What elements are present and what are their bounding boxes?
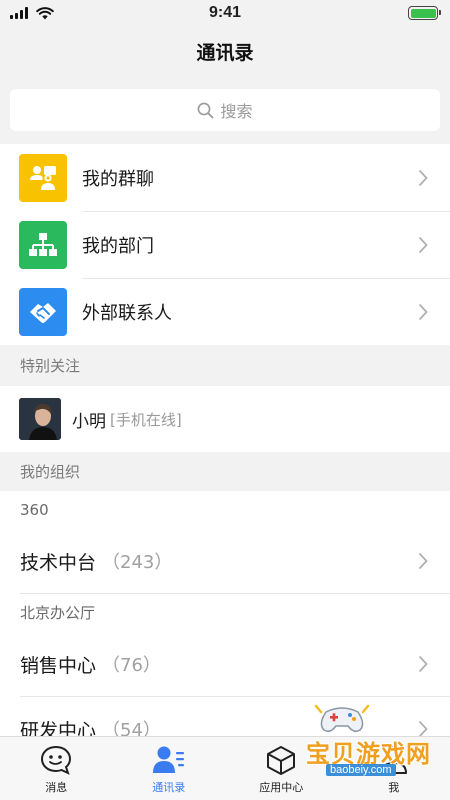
contact-name: 小明 [72, 411, 106, 432]
section-header-org: 我的组织 [0, 452, 450, 492]
contact-row[interactable]: 小明 [手机在线] [0, 386, 450, 452]
status-bar: 9:41 [0, 0, 450, 26]
search-input[interactable]: 搜索 [10, 89, 440, 131]
dept-count: （76） [102, 655, 161, 676]
dept-row-tech[interactable]: 技术中台 （243） [0, 529, 450, 593]
dept-count: （243） [102, 552, 173, 573]
message-bubble-icon [41, 745, 72, 775]
chevron-right-icon [418, 655, 428, 673]
contact-status: [手机在线] [110, 410, 182, 429]
contacts-icon [152, 746, 184, 773]
tab-contacts[interactable]: 通讯录 [113, 737, 226, 800]
avatar [19, 398, 61, 440]
status-time: 9:41 [208, 4, 242, 21]
watermark: 宝贝游戏网 baobeiy.com [276, 704, 446, 784]
org-group-label: 360 [20, 501, 49, 519]
battery-icon [408, 6, 441, 20]
chevron-right-icon [418, 236, 428, 253]
section-header-special: 特别关注 [0, 346, 450, 386]
entry-label: 外部联系人 [82, 302, 172, 324]
chevron-right-icon [418, 303, 428, 320]
org-list: 360 技术中台 （243） 北京办公厅 销售中心 （76） 研发中心 （54） [0, 491, 450, 736]
entry-external-contacts[interactable]: 外部联系人 [0, 278, 450, 345]
chevron-right-icon [418, 169, 428, 186]
watermark-url: baobeiy.com [326, 764, 396, 776]
chevron-right-icon [418, 552, 428, 570]
dept-count: （54） [102, 720, 161, 736]
tab-label: 消息 [45, 781, 68, 794]
entry-label: 我的群聊 [82, 168, 154, 190]
dept-name: 销售中心 [20, 654, 97, 677]
tab-label: 通讯录 [152, 781, 186, 794]
dept-name: 研发中心 [20, 719, 97, 737]
dept-name: 技术中台 [20, 551, 97, 574]
search-placeholder: 搜索 [220, 102, 253, 121]
group-chat-icon [19, 153, 67, 202]
entry-group-chats[interactable]: 我的群聊 [0, 144, 450, 211]
tab-messages[interactable]: 消息 [0, 737, 113, 800]
org-chart-icon [19, 220, 67, 269]
org-group-label: 北京办公厅 [20, 604, 96, 622]
quick-entry-list: 我的群聊 我的部门 外部联系人 [0, 144, 450, 345]
search-icon [198, 102, 214, 118]
handshake-icon [19, 287, 67, 336]
dept-row-sales[interactable]: 销售中心 （76） [0, 632, 450, 696]
page-title: 通讯录 [196, 42, 254, 64]
entry-my-department[interactable]: 我的部门 [0, 211, 450, 278]
entry-label: 我的部门 [82, 235, 154, 257]
